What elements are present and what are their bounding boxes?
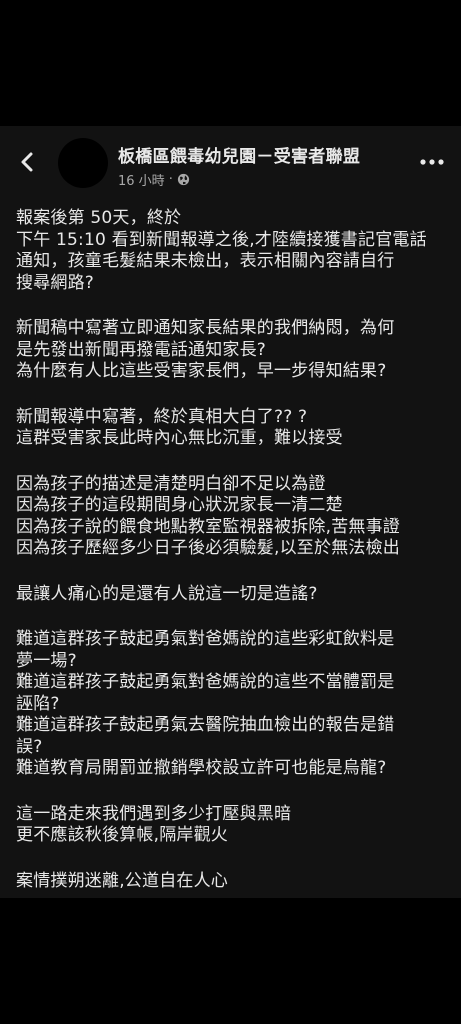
post-text-line: 新聞報導中寫著，終於真相大白了?? ? (16, 406, 308, 427)
post-card: 板橋區餵毒幼兒園－受害者聯盟 16 小時 · 報案後第 50天，終於 下午 15:… (0, 126, 461, 898)
post-text-line: 誤? (16, 736, 43, 757)
post-text-line: 報案後第 50天，終於 (16, 208, 182, 228)
post-text-line: 因為孩子說的餵食地點教室監視器被拆除,苦無事證 (16, 516, 401, 537)
post-text-line: 這一路走來我們遇到多少打壓與黑暗 (16, 803, 292, 824)
chevron-left-icon[interactable] (14, 148, 42, 176)
post-paragraph: 新聞稿中寫著立即通知家長結果的我們納悶，為何 是先發出新聞再撥電話通知家長? 為什麼… (16, 318, 452, 383)
post-text-line: 新聞稿中寫著立即通知家長結果的我們納悶，為何 (16, 318, 395, 338)
post-text-line: 因為孩子的這段期間身心狀況家長一清二楚 (16, 495, 343, 515)
post-text-line: 搜尋網路? (16, 272, 95, 293)
post-text-line: 難道教育局開罰並撤銷學校設立許可也能是烏龍? (16, 758, 387, 778)
post-paragraph: 最讓人痛心的是還有人說這一切是造謠? (16, 584, 452, 606)
post-text-line: 通知，孩童毛髮結果未檢出，表示相關內容請自行 (16, 251, 395, 271)
post-paragraph: 案情撲朔迷離,公道自在人心 (16, 871, 452, 893)
post-paragraph: 新聞報導中寫著，終於真相大白了?? ? 這群受害家長此時內心無比沉重，難以接受 (16, 407, 452, 450)
post-text-line: 下午 15:10 看到新聞報導之後,才陸續接獲書記官電話 (16, 229, 427, 250)
post-paragraph: 報案後第 50天，終於 下午 15:10 看到新聞報導之後,才陸續接獲書記官電話通… (16, 208, 452, 294)
post-text-line: 誣陷? (16, 693, 60, 714)
post-text-line: 這群受害家長此時內心無比沉重，難以接受 (16, 428, 343, 448)
post-text-line: 難道這群孩子鼓起勇氣對爸媽說的這些彩虹飲料是 (16, 629, 395, 649)
post-text-line: 案情撲朔迷離,公道自在人心 (16, 870, 229, 891)
meta-separator: · (168, 171, 173, 187)
post-time[interactable]: 16 小時 (118, 170, 165, 189)
post-header: 板橋區餵毒幼兒園－受害者聯盟 16 小時 · (0, 126, 461, 198)
post-text-line: 是先發出新聞再撥電話通知家長? (16, 339, 267, 360)
post-meta: 16 小時 · (118, 170, 190, 189)
post-text-line: 難道這群孩子鼓起勇氣對爸媽說的這些不當體罰是 (16, 672, 395, 692)
post-text-line: 因為孩子的描述是清楚明白卻不足以為證 (16, 473, 326, 494)
avatar[interactable] (58, 138, 108, 188)
post-paragraph: 因為孩子的描述是清楚明白卻不足以為證 因為孩子的這段期間身心狀況家長一清二楚 因為孩… (16, 474, 452, 560)
post-text-line: 為什麼有人比這些受害家長們，早一步得知結果? (16, 361, 387, 381)
page-name[interactable]: 板橋區餵毒幼兒園－受害者聯盟 (118, 142, 360, 167)
post-text-line: 難道這群孩子鼓起勇氣去醫院抽血檢出的報告是錯 (16, 715, 395, 735)
globe-icon (177, 173, 190, 186)
more-dots-icon[interactable] (418, 150, 446, 174)
post-text-line: 最讓人痛心的是還有人說這一切是造謠? (16, 583, 318, 604)
post-paragraph: 這一路走來我們遇到多少打壓與黑暗 更不應該秋後算帳,隔岸觀火 (16, 804, 452, 847)
post-text-line: 更不應該秋後算帳,隔岸觀火 (16, 825, 229, 845)
post-paragraph: 難道這群孩子鼓起勇氣對爸媽說的這些彩虹飲料是 夢一場? 難道這群孩子鼓起勇氣對爸媽說… (16, 629, 452, 780)
post-body: 報案後第 50天，終於 下午 15:10 看到新聞報導之後,才陸續接獲書記官電話通… (16, 208, 452, 916)
post-text-line: 因為孩子歷經多少日子後必須驗髮,以至於無法檢出 (16, 538, 401, 558)
post-text-line: 夢一場? (16, 650, 77, 671)
